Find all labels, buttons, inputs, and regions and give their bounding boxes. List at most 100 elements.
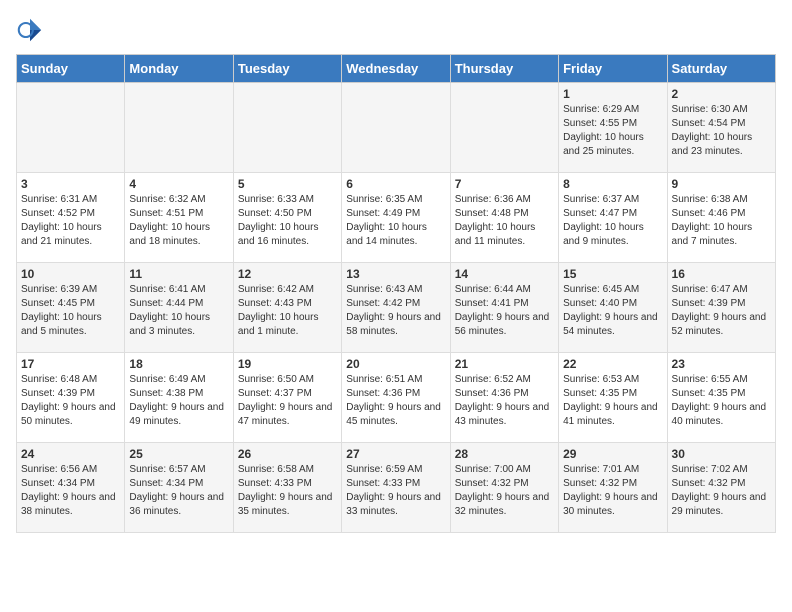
day-info: Sunrise: 7:00 AM Sunset: 4:32 PM Dayligh…	[455, 463, 554, 519]
calendar-cell	[17, 83, 125, 173]
calendar-cell	[125, 83, 233, 173]
day-number: 4	[129, 177, 228, 191]
calendar-cell: 8 Sunrise: 6:37 AM Sunset: 4:47 PM Daylig…	[559, 173, 667, 263]
calendar-cell: 9Sunrise: 6:38 AM Sunset: 4:46 PM Daylig…	[667, 173, 775, 263]
day-info: Sunrise: 7:02 AM Sunset: 4:32 PM Dayligh…	[672, 463, 771, 519]
calendar-week-row: 1 Sunrise: 6:29 AM Sunset: 4:55 PM Daylig…	[17, 83, 776, 173]
day-info: Sunrise: 7:01 AM Sunset: 4:32 PM Dayligh…	[563, 463, 662, 519]
day-number: 8	[563, 177, 662, 191]
day-info: Sunrise: 6:30 AM Sunset: 4:54 PM Dayligh…	[672, 103, 771, 159]
day-header-monday: Monday	[125, 55, 233, 83]
calendar-cell: 18 Sunrise: 6:49 AM Sunset: 4:38 PM Dayli…	[125, 353, 233, 443]
day-number: 25	[129, 447, 228, 461]
day-info: Sunrise: 6:41 AM Sunset: 4:44 PM Dayligh…	[129, 283, 228, 339]
calendar-cell: 22Sunrise: 6:53 AM Sunset: 4:35 PM Dayli…	[559, 353, 667, 443]
day-info: Sunrise: 6:43 AM Sunset: 4:42 PM Dayligh…	[346, 283, 445, 339]
day-info: Sunrise: 6:50 AM Sunset: 4:37 PM Dayligh…	[238, 373, 337, 429]
calendar-cell: 24 Sunrise: 6:56 AM Sunset: 4:34 PM Dayli…	[17, 443, 125, 533]
logo	[16, 16, 48, 44]
day-header-sunday: Sunday	[17, 55, 125, 83]
day-number: 6	[346, 177, 445, 191]
day-number: 26	[238, 447, 337, 461]
day-number: 19	[238, 357, 337, 371]
day-number: 20	[346, 357, 445, 371]
day-info: Sunrise: 6:57 AM Sunset: 4:34 PM Dayligh…	[129, 463, 228, 519]
calendar-cell: 23 Sunrise: 6:55 AM Sunset: 4:35 PM Dayli…	[667, 353, 775, 443]
day-info: Sunrise: 6:31 AM Sunset: 4:52 PM Dayligh…	[21, 193, 120, 249]
calendar-cell	[342, 83, 450, 173]
day-header-saturday: Saturday	[667, 55, 775, 83]
calendar-week-row: 10Sunrise: 6:39 AM Sunset: 4:45 PM Dayli…	[17, 263, 776, 353]
day-info: Sunrise: 6:59 AM Sunset: 4:33 PM Dayligh…	[346, 463, 445, 519]
calendar-cell: 15 Sunrise: 6:45 AM Sunset: 4:40 PM Dayli…	[559, 263, 667, 353]
day-info: Sunrise: 6:55 AM Sunset: 4:35 PM Dayligh…	[672, 373, 771, 429]
day-info: Sunrise: 6:32 AM Sunset: 4:51 PM Dayligh…	[129, 193, 228, 249]
day-info: Sunrise: 6:56 AM Sunset: 4:34 PM Dayligh…	[21, 463, 120, 519]
calendar-cell: 26 Sunrise: 6:58 AM Sunset: 4:33 PM Dayli…	[233, 443, 341, 533]
day-number: 12	[238, 267, 337, 281]
day-number: 14	[455, 267, 554, 281]
day-header-wednesday: Wednesday	[342, 55, 450, 83]
calendar-cell: 6 Sunrise: 6:35 AM Sunset: 4:49 PM Daylig…	[342, 173, 450, 263]
day-header-friday: Friday	[559, 55, 667, 83]
day-info: Sunrise: 6:58 AM Sunset: 4:33 PM Dayligh…	[238, 463, 337, 519]
day-number: 16	[672, 267, 771, 281]
day-number: 15	[563, 267, 662, 281]
calendar-cell	[450, 83, 558, 173]
day-number: 2	[672, 87, 771, 101]
calendar-header-row: SundayMondayTuesdayWednesdayThursdayFrid…	[17, 55, 776, 83]
day-number: 3	[21, 177, 120, 191]
day-number: 24	[21, 447, 120, 461]
day-info: Sunrise: 6:51 AM Sunset: 4:36 PM Dayligh…	[346, 373, 445, 429]
calendar-cell: 3 Sunrise: 6:31 AM Sunset: 4:52 PM Daylig…	[17, 173, 125, 263]
calendar-week-row: 24 Sunrise: 6:56 AM Sunset: 4:34 PM Dayli…	[17, 443, 776, 533]
calendar-cell: 25 Sunrise: 6:57 AM Sunset: 4:34 PM Dayli…	[125, 443, 233, 533]
day-number: 9	[672, 177, 771, 191]
day-info: Sunrise: 6:39 AM Sunset: 4:45 PM Dayligh…	[21, 283, 120, 339]
day-number: 1	[563, 87, 662, 101]
day-info: Sunrise: 6:35 AM Sunset: 4:49 PM Dayligh…	[346, 193, 445, 249]
calendar-cell: 27Sunrise: 6:59 AM Sunset: 4:33 PM Dayli…	[342, 443, 450, 533]
day-number: 29	[563, 447, 662, 461]
calendar-cell: 30 Sunrise: 7:02 AM Sunset: 4:32 PM Dayli…	[667, 443, 775, 533]
calendar-cell: 14 Sunrise: 6:44 AM Sunset: 4:41 PM Dayli…	[450, 263, 558, 353]
calendar-cell: 5Sunrise: 6:33 AM Sunset: 4:50 PM Daylig…	[233, 173, 341, 263]
calendar-cell	[233, 83, 341, 173]
day-number: 17	[21, 357, 120, 371]
day-number: 21	[455, 357, 554, 371]
day-number: 28	[455, 447, 554, 461]
day-header-tuesday: Tuesday	[233, 55, 341, 83]
calendar-cell: 4 Sunrise: 6:32 AM Sunset: 4:51 PM Daylig…	[125, 173, 233, 263]
day-header-thursday: Thursday	[450, 55, 558, 83]
calendar-table: SundayMondayTuesdayWednesdayThursdayFrid…	[16, 54, 776, 533]
day-info: Sunrise: 6:47 AM Sunset: 4:39 PM Dayligh…	[672, 283, 771, 339]
day-info: Sunrise: 6:53 AM Sunset: 4:35 PM Dayligh…	[563, 373, 662, 429]
calendar-cell: 28 Sunrise: 7:00 AM Sunset: 4:32 PM Dayli…	[450, 443, 558, 533]
calendar-week-row: 17Sunrise: 6:48 AM Sunset: 4:39 PM Dayli…	[17, 353, 776, 443]
day-number: 11	[129, 267, 228, 281]
day-info: Sunrise: 6:36 AM Sunset: 4:48 PM Dayligh…	[455, 193, 554, 249]
calendar-cell: 29 Sunrise: 7:01 AM Sunset: 4:32 PM Dayli…	[559, 443, 667, 533]
calendar-cell: 13Sunrise: 6:43 AM Sunset: 4:42 PM Dayli…	[342, 263, 450, 353]
day-info: Sunrise: 6:45 AM Sunset: 4:40 PM Dayligh…	[563, 283, 662, 339]
day-number: 23	[672, 357, 771, 371]
page-header	[16, 16, 776, 44]
logo-icon	[16, 16, 44, 44]
calendar-cell: 7 Sunrise: 6:36 AM Sunset: 4:48 PM Daylig…	[450, 173, 558, 263]
calendar-cell: 2 Sunrise: 6:30 AM Sunset: 4:54 PM Daylig…	[667, 83, 775, 173]
day-info: Sunrise: 6:29 AM Sunset: 4:55 PM Dayligh…	[563, 103, 662, 159]
calendar-cell: 16 Sunrise: 6:47 AM Sunset: 4:39 PM Dayli…	[667, 263, 775, 353]
day-number: 30	[672, 447, 771, 461]
day-number: 7	[455, 177, 554, 191]
day-number: 5	[238, 177, 337, 191]
day-info: Sunrise: 6:44 AM Sunset: 4:41 PM Dayligh…	[455, 283, 554, 339]
calendar-cell: 10Sunrise: 6:39 AM Sunset: 4:45 PM Dayli…	[17, 263, 125, 353]
day-info: Sunrise: 6:52 AM Sunset: 4:36 PM Dayligh…	[455, 373, 554, 429]
calendar-cell: 12Sunrise: 6:42 AM Sunset: 4:43 PM Dayli…	[233, 263, 341, 353]
day-info: Sunrise: 6:49 AM Sunset: 4:38 PM Dayligh…	[129, 373, 228, 429]
calendar-cell: 17Sunrise: 6:48 AM Sunset: 4:39 PM Dayli…	[17, 353, 125, 443]
calendar-cell: 19 Sunrise: 6:50 AM Sunset: 4:37 PM Dayli…	[233, 353, 341, 443]
calendar-cell: 11 Sunrise: 6:41 AM Sunset: 4:44 PM Dayli…	[125, 263, 233, 353]
day-number: 18	[129, 357, 228, 371]
day-info: Sunrise: 6:37 AM Sunset: 4:47 PM Dayligh…	[563, 193, 662, 249]
